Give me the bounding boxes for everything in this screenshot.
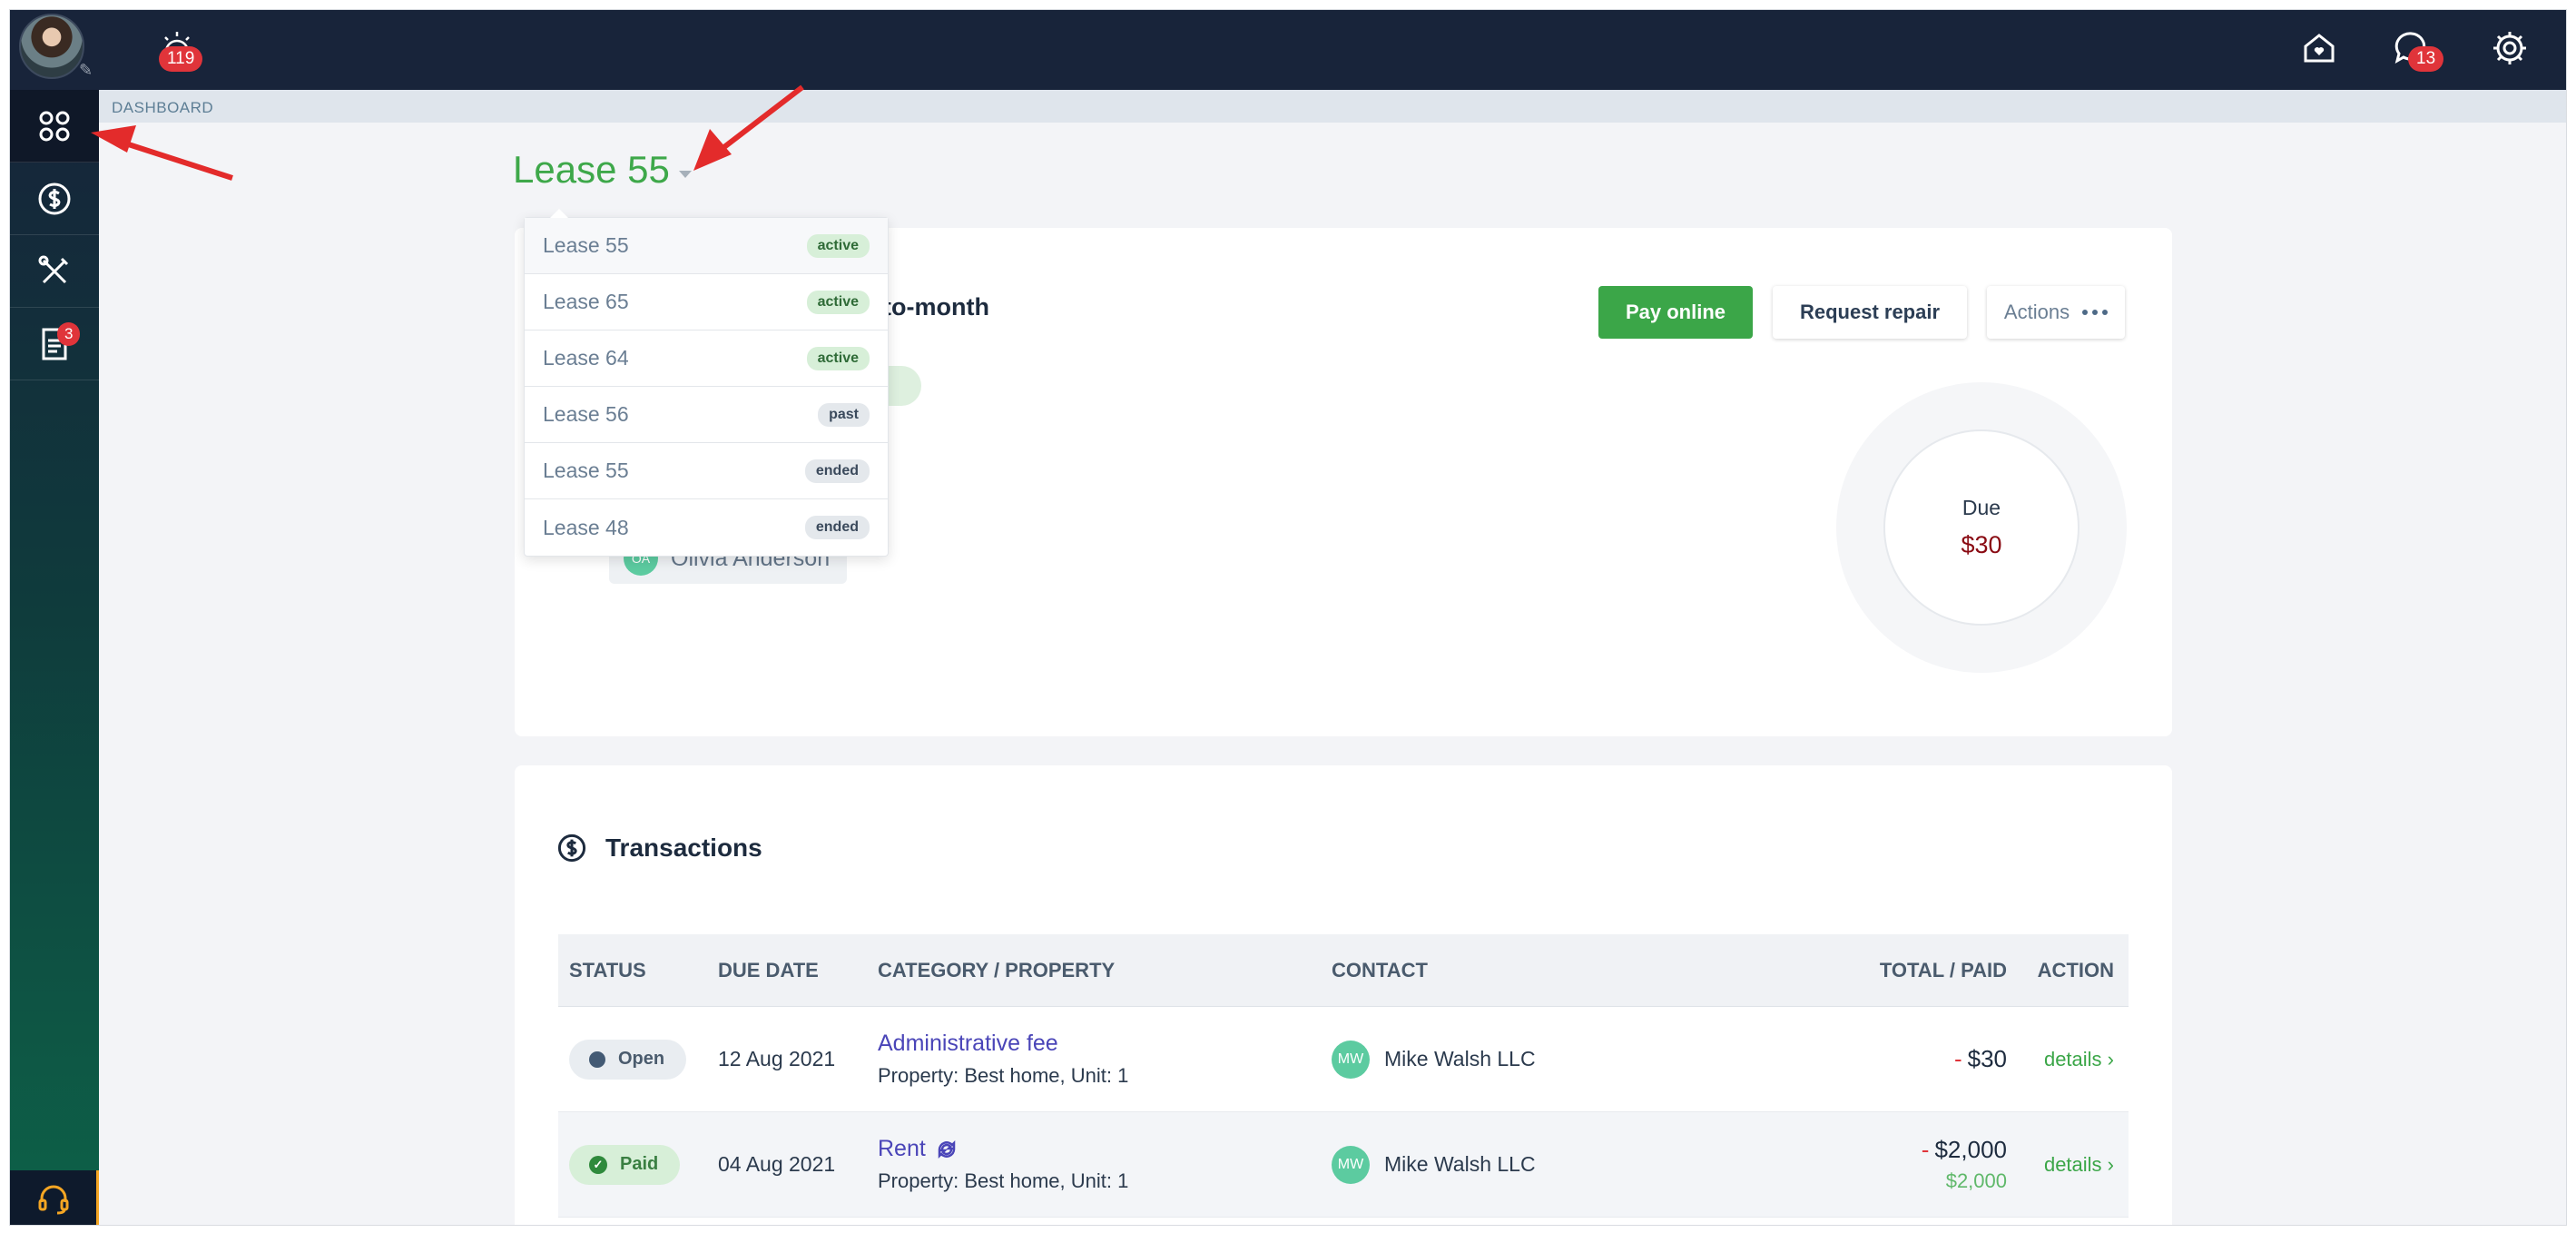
lease-option-label: Lease 56 [543, 402, 629, 426]
chevron-down-icon [678, 171, 692, 178]
status-badge: ✓ Paid [569, 1144, 681, 1185]
recurring-icon [938, 1139, 956, 1159]
home-icon[interactable] [2299, 28, 2339, 68]
transactions-title: Transactions [605, 834, 762, 862]
sidebar-item-payments[interactable] [10, 163, 99, 235]
gear-icon[interactable] [2490, 28, 2530, 68]
due-donut: Due $30 [1836, 382, 2127, 673]
request-repair-button[interactable]: Request repair [1773, 286, 1967, 339]
check-icon: ✓ [589, 1155, 607, 1174]
property-text: Property: Best home, Unit: 1 [878, 1169, 1129, 1192]
pin-icon: ✎ [79, 61, 93, 79]
status-badge: active [806, 346, 870, 370]
sidebar-item-documents[interactable] [10, 308, 99, 380]
lease-option[interactable]: Lease 65 active [525, 274, 888, 330]
lease-dropdown: Lease 55 active Lease 65 active Lease 64… [524, 209, 889, 557]
dollar-circle-icon [38, 182, 71, 214]
contact-name[interactable]: Mike Walsh LLC [1384, 1152, 1536, 1177]
col-total[interactable]: TOTAL / PAID [1785, 959, 2007, 982]
messages-badge: 13 [2408, 46, 2444, 72]
actions-label: Actions [2003, 301, 2070, 323]
lease-option-label: Lease 55 [543, 459, 629, 482]
category-label: Administrative fee [878, 1031, 1058, 1056]
lease-option[interactable]: Lease 56 past [525, 387, 888, 443]
user-avatar[interactable] [19, 14, 84, 79]
app-window: ✎ 119 13 3 DASHBOARD Lease 55 to-month O… [9, 9, 2567, 1226]
status-label: Paid [620, 1154, 659, 1174]
col-due-date[interactable]: DUE DATE [718, 959, 878, 982]
dropdown-arrow [550, 209, 568, 218]
notifications-badge: 119 [159, 46, 203, 72]
due-date: 12 Aug 2021 [718, 1047, 836, 1070]
table-row[interactable]: Open 12 Aug 2021 Administrative fee Prop… [558, 1007, 2129, 1112]
lease-option[interactable]: Lease 48 ended [525, 499, 888, 556]
due-amount: $30 [1961, 531, 2002, 558]
lease-option[interactable]: Lease 64 active [525, 330, 888, 387]
breadcrumb-dashboard[interactable]: DASHBOARD [112, 99, 213, 117]
pay-online-button[interactable]: Pay online [1598, 286, 1753, 339]
headset-icon [38, 1185, 68, 1215]
contact-name[interactable]: Mike Walsh LLC [1384, 1047, 1536, 1071]
dollar-circle-icon [557, 834, 586, 863]
lease-type: to-month [883, 293, 989, 321]
contact-avatar: MW [1332, 1040, 1370, 1079]
col-category[interactable]: CATEGORY / PROPERTY [878, 959, 1332, 982]
col-status[interactable]: STATUS [558, 959, 718, 982]
top-bar: ✎ 119 13 [10, 10, 2566, 90]
property-text: Property: Best home, Unit: 1 [878, 1064, 1129, 1087]
total-amount: - $30 [1953, 1045, 2007, 1072]
due-label: Due [1961, 496, 2001, 519]
table-row[interactable]: ✓ Paid 04 Aug 2021 Rent Property: Best h… [558, 1112, 2129, 1218]
more-dots-icon [2082, 310, 2109, 315]
category-label: Rent [878, 1136, 926, 1161]
details-link[interactable]: details › [2044, 1048, 2114, 1070]
status-label: Open [618, 1049, 665, 1069]
transactions-header: Transactions [556, 833, 762, 863]
sidebar-item-maintenance[interactable] [10, 235, 99, 308]
col-action: ACTION [2037, 958, 2114, 981]
breadcrumb: DASHBOARD [99, 90, 2566, 123]
table-header: STATUS DUE DATE CATEGORY / PROPERTY CONT… [558, 934, 2129, 1007]
transactions-card: Transactions STATUS DUE DATE CATEGORY / … [515, 765, 2172, 1225]
total-amount: - $2,000 [1921, 1136, 2007, 1163]
category-link[interactable]: Rent [878, 1136, 1332, 1162]
due-donut-center: Due $30 [1883, 429, 2079, 626]
lease-selector-label: Lease 55 [513, 148, 670, 191]
lease-selector[interactable]: Lease 55 [513, 148, 692, 192]
open-dot-icon [589, 1051, 605, 1068]
lease-option-label: Lease 64 [543, 346, 629, 370]
status-badge: past [818, 402, 870, 427]
details-link[interactable]: details › [2044, 1153, 2114, 1176]
lease-option-label: Lease 65 [543, 290, 629, 313]
status-badge: Open [569, 1039, 687, 1080]
contact-avatar: MW [1332, 1145, 1370, 1184]
col-contact[interactable]: CONTACT [1332, 959, 1785, 982]
status-badge: ended [804, 459, 870, 483]
sidebar: 3 [10, 90, 99, 1225]
lease-option-label: Lease 55 [543, 233, 629, 257]
lease-option[interactable]: Lease 55 ended [525, 443, 888, 499]
status-badge: ended [804, 516, 870, 539]
due-date: 04 Aug 2021 [718, 1152, 836, 1176]
status-badge: active [806, 233, 870, 258]
sidebar-item-dashboard[interactable] [10, 90, 99, 163]
lease-option-label: Lease 48 [543, 515, 629, 539]
paid-amount: $2,000 [1945, 1169, 2007, 1192]
category-link[interactable]: Administrative fee [878, 1031, 1332, 1057]
lease-option[interactable]: Lease 55 active [525, 218, 888, 274]
tools-icon [38, 255, 69, 283]
support-button[interactable] [10, 1170, 99, 1225]
transactions-table: STATUS DUE DATE CATEGORY / PROPERTY CONT… [558, 934, 2129, 1218]
status-badge: active [806, 290, 870, 314]
actions-button[interactable]: Actions [1987, 286, 2125, 339]
dashboard-grid-icon [39, 111, 70, 141]
